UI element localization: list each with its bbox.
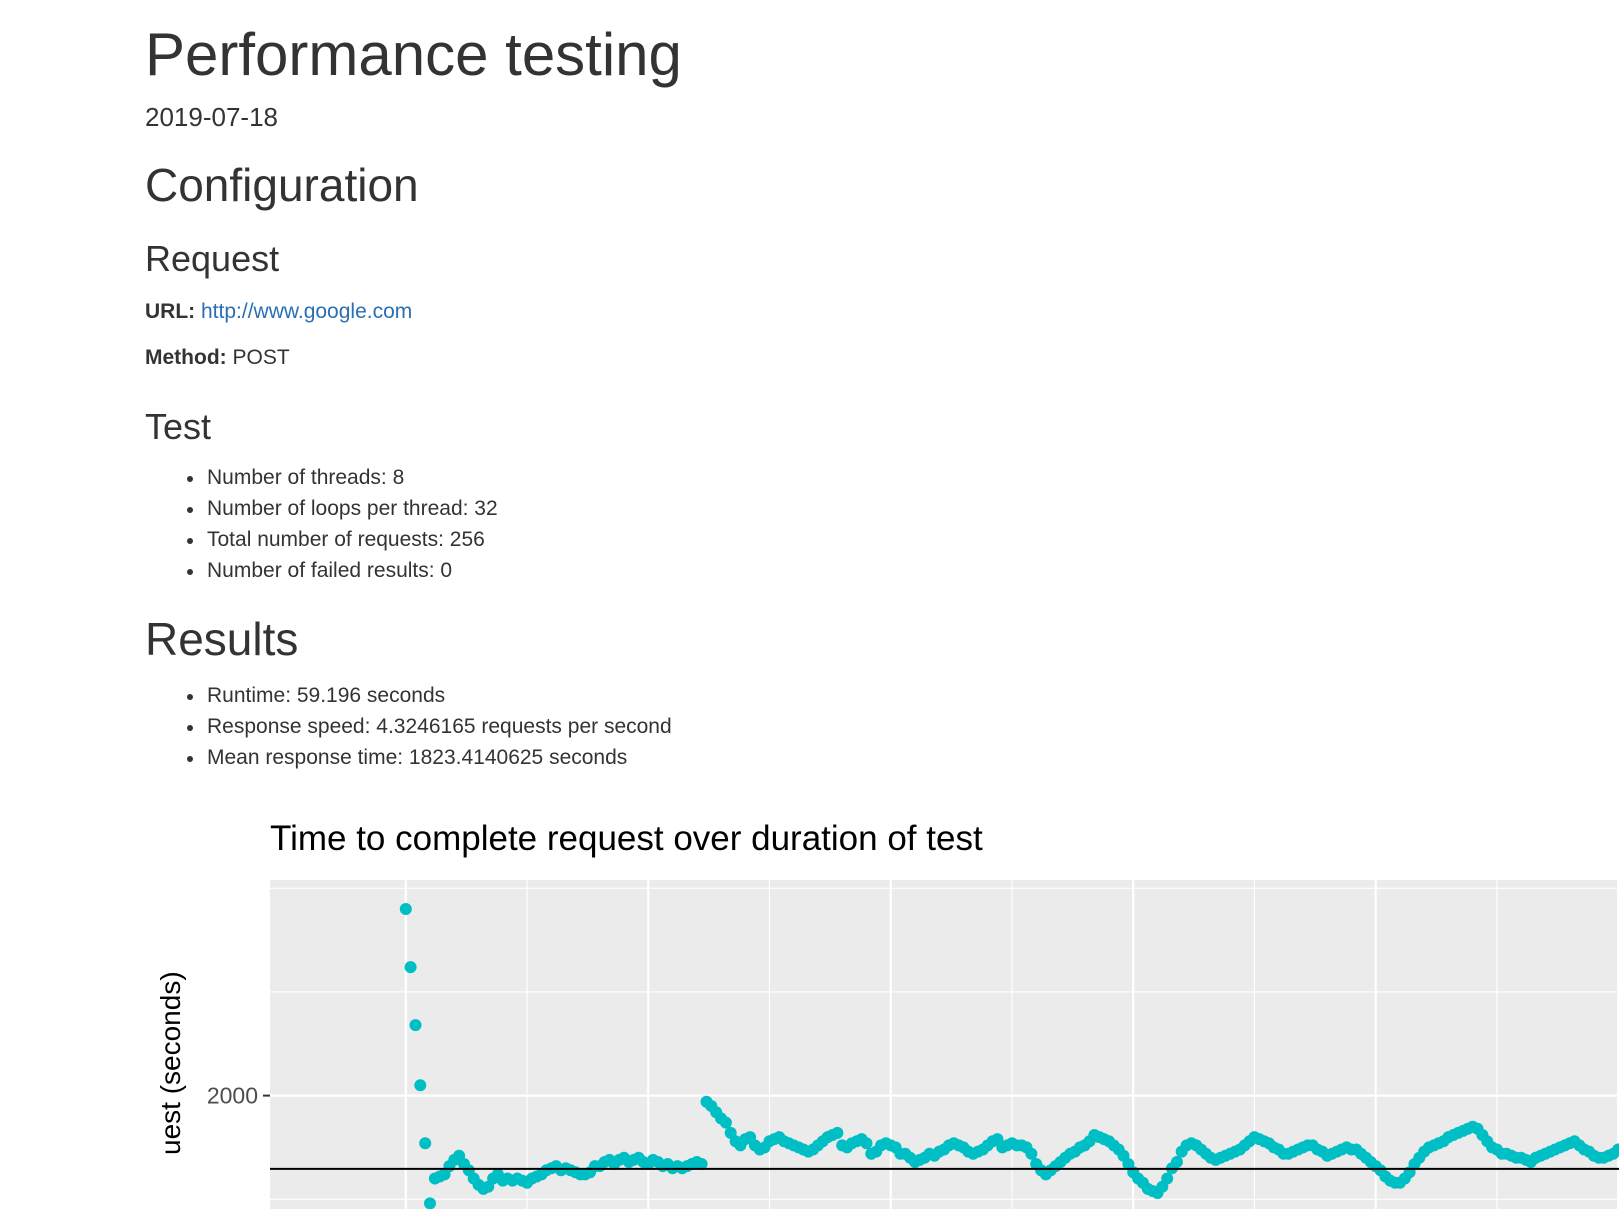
results-list: Runtime: 59.196 seconds Response speed: … — [145, 680, 672, 773]
list-item: Mean response time: 1823.4140625 seconds — [187, 742, 672, 773]
test-heading: Test — [145, 406, 212, 447]
url-label: URL: — [145, 300, 196, 323]
list-item: Number of threads: 8 — [187, 462, 498, 493]
data-point — [399, 903, 412, 915]
data-point — [414, 1079, 427, 1092]
data-point — [860, 1137, 873, 1150]
data-point — [1161, 1172, 1174, 1185]
y-axis: 2000 — [207, 1083, 270, 1109]
response-time-chart: Time to complete request over duration o… — [155, 819, 1619, 1209]
y-tick-label: 2000 — [207, 1083, 258, 1109]
url-field: URL: http://www.google.com — [145, 300, 412, 324]
list-item: Total number of requests: 256 — [187, 524, 498, 555]
list-item: Runtime: 59.196 seconds — [187, 680, 672, 711]
chart-title: Time to complete request over duration o… — [270, 819, 983, 858]
request-heading: Request — [145, 238, 280, 279]
results-heading: Results — [145, 613, 299, 665]
data-point — [424, 1197, 436, 1209]
test-list: Number of threads: 8 Number of loops per… — [145, 462, 498, 586]
method-value: POST — [232, 346, 290, 369]
data-point — [719, 1116, 732, 1129]
url-link[interactable]: http://www.google.com — [201, 300, 412, 323]
page-title: Performance testing — [145, 21, 682, 88]
data-point — [831, 1126, 844, 1139]
configuration-heading: Configuration — [145, 159, 419, 211]
report-date: 2019-07-18 — [145, 102, 278, 132]
data-point — [1025, 1147, 1038, 1160]
list-item: Number of loops per thread: 32 — [187, 493, 498, 524]
list-item: Number of failed results: 0 — [187, 555, 498, 586]
method-label: Method: — [145, 346, 227, 369]
data-point — [409, 1019, 422, 1032]
data-point — [419, 1137, 432, 1150]
list-item: Response speed: 4.3246165 requests per s… — [187, 711, 672, 742]
method-field: Method: POST — [145, 346, 290, 370]
y-axis-label: uest (seconds) — [155, 971, 186, 1155]
data-point — [404, 961, 417, 974]
data-point — [1170, 1156, 1183, 1168]
